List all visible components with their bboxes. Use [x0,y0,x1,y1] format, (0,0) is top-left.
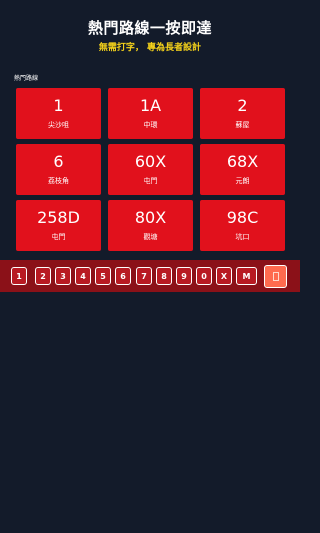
route-number: 1 [53,96,64,115]
route-destination: 坑口 [235,233,250,241]
route-destination: 屯門 [51,233,66,241]
route-button-98c[interactable]: 98C 坑口 [200,200,285,251]
route-destination: 中環 [143,121,158,129]
key-3[interactable]: 3 [55,267,71,285]
route-number: 68X [226,152,259,171]
key-m[interactable]: M [236,267,257,285]
page-title: 熱門路線一按即達 [87,19,212,37]
key-2[interactable]: 2 [35,267,51,285]
key-6[interactable]: 6 [115,267,131,285]
key-8[interactable]: 8 [156,267,172,285]
route-button-60x[interactable]: 60X 屯門 [108,144,193,195]
route-button-2[interactable]: 2 蘇屋 [200,88,285,139]
key-7[interactable]: 7 [136,267,152,285]
key-9[interactable]: 9 [176,267,192,285]
route-number: 2 [237,96,248,115]
route-destination: 蘇屋 [235,121,250,129]
route-number: 6 [53,152,64,171]
route-button-68x[interactable]: 68X 元朗 [200,144,285,195]
route-destination: 荔枝角 [48,177,69,185]
route-number: 80X [134,208,167,227]
route-destination: 元朗 [235,177,250,185]
route-number: 60X [134,152,167,171]
key-1[interactable]: 1 [11,267,27,285]
route-button-6[interactable]: 6 荔枝角 [16,144,101,195]
route-button-1a[interactable]: 1A 中環 [108,88,193,139]
route-number: 258D [37,208,80,227]
section-label-popular-routes: 熱門路線 [14,75,39,82]
route-destination: 尖沙咀 [48,121,69,129]
key-4[interactable]: 4 [75,267,91,285]
page-subtitle: 無需打字， 專為長者設計 [98,43,202,53]
route-destination: 觀塘 [143,233,158,241]
route-keypad: 1 2 3 4 5 6 7 8 9 0 X M [0,260,300,292]
backspace-button[interactable] [264,265,287,288]
route-button-258d[interactable]: 258D 屯門 [16,200,101,251]
route-button-1[interactable]: 1 尖沙咀 [16,88,101,139]
route-button-80x[interactable]: 80X 觀塘 [108,200,193,251]
backspace-icon [272,272,279,281]
route-number: 98C [226,208,259,227]
key-5[interactable]: 5 [95,267,111,285]
route-number: 1A [139,96,162,115]
key-x[interactable]: X [216,267,232,285]
key-0[interactable]: 0 [196,267,212,285]
route-destination: 屯門 [143,177,158,185]
route-grid: 1 尖沙咀 1A 中環 2 蘇屋 6 荔枝角 60X 屯門 68X 元朗 258… [16,88,285,251]
